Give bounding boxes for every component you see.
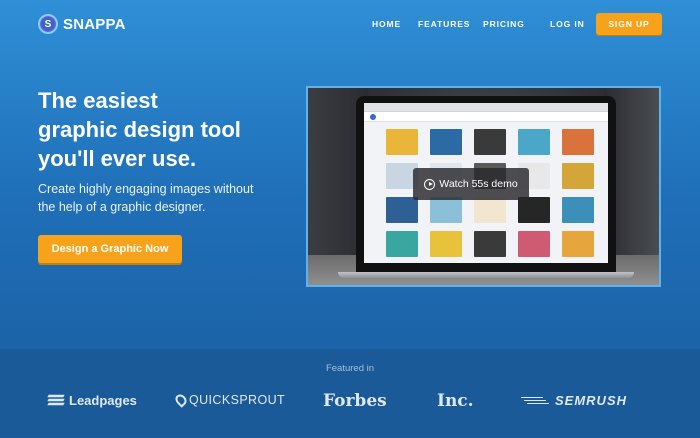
watch-demo-button[interactable]: Watch 55s demo <box>413 168 529 200</box>
snappa-logo[interactable]: S SNAPPA <box>38 14 126 34</box>
nav-pricing-link[interactable]: PRICING <box>483 19 525 29</box>
template-thumb <box>562 129 594 155</box>
nav-login-link[interactable]: LOG IN <box>550 19 585 29</box>
template-thumb <box>386 197 418 223</box>
leadpages-icon <box>47 394 65 407</box>
press-name: Forbes <box>323 391 387 411</box>
template-thumb <box>562 197 594 223</box>
hero-subline: Create highly engaging images without th… <box>38 180 288 216</box>
template-thumb <box>386 129 418 155</box>
logo-text: SNAPPA <box>63 15 126 33</box>
watch-demo-label: Watch 55s demo <box>439 178 518 190</box>
template-thumb <box>474 197 506 223</box>
press-name: QUICKSPROUT <box>189 393 286 407</box>
hero-headline-line: The easiest <box>38 88 158 113</box>
template-thumb <box>430 231 462 257</box>
template-thumb <box>474 231 506 257</box>
laptop-base <box>338 272 634 278</box>
quicksprout-icon <box>173 392 189 408</box>
design-graphic-button[interactable]: Design a Graphic Now <box>38 235 182 263</box>
template-thumb <box>518 197 550 223</box>
press-logo-forbes: Forbes <box>323 391 387 411</box>
featured-in-section: Featured in Leadpages QUICKSPROUT Forbes… <box>0 349 700 438</box>
hero-headline-line: you'll ever use. <box>38 146 197 171</box>
press-logo-inc: Inc. <box>437 391 474 411</box>
template-thumb <box>562 163 594 189</box>
template-thumb <box>518 129 550 155</box>
press-name: Leadpages <box>69 393 137 408</box>
logo-icon: S <box>38 14 58 34</box>
featured-title: Featured in <box>325 363 375 374</box>
top-nav: S SNAPPA HOME FEATURES PRICING LOG IN SI… <box>0 0 700 48</box>
template-thumb <box>386 231 418 257</box>
hero-headline: The easiest graphic design tool you'll e… <box>38 86 298 173</box>
press-logo-semrush: SEMRUSH <box>521 393 627 408</box>
nav-home-link[interactable]: HOME <box>372 19 401 29</box>
play-icon <box>424 178 436 190</box>
nav-features-link[interactable]: FEATURES <box>418 19 470 29</box>
template-thumb <box>562 231 594 257</box>
app-bar <box>364 112 608 122</box>
press-name: Inc. <box>437 391 474 411</box>
semrush-icon <box>521 395 549 407</box>
signup-button[interactable]: SIGN UP <box>596 13 662 35</box>
template-thumb <box>430 129 462 155</box>
template-thumb <box>474 129 506 155</box>
hero-subline-line: the help of a graphic designer. <box>38 200 206 214</box>
press-name: SEMRUSH <box>555 393 628 408</box>
template-thumb <box>430 197 462 223</box>
press-logo-leadpages: Leadpages <box>47 393 137 408</box>
press-logo-quicksprout: QUICKSPROUT <box>173 392 286 408</box>
hero-subline-line: Create highly engaging images without <box>38 182 254 196</box>
browser-bar <box>364 103 608 112</box>
hero-headline-line: graphic design tool <box>38 117 241 142</box>
demo-video[interactable]: Watch 55s demo <box>306 86 661 287</box>
template-thumb <box>518 231 550 257</box>
